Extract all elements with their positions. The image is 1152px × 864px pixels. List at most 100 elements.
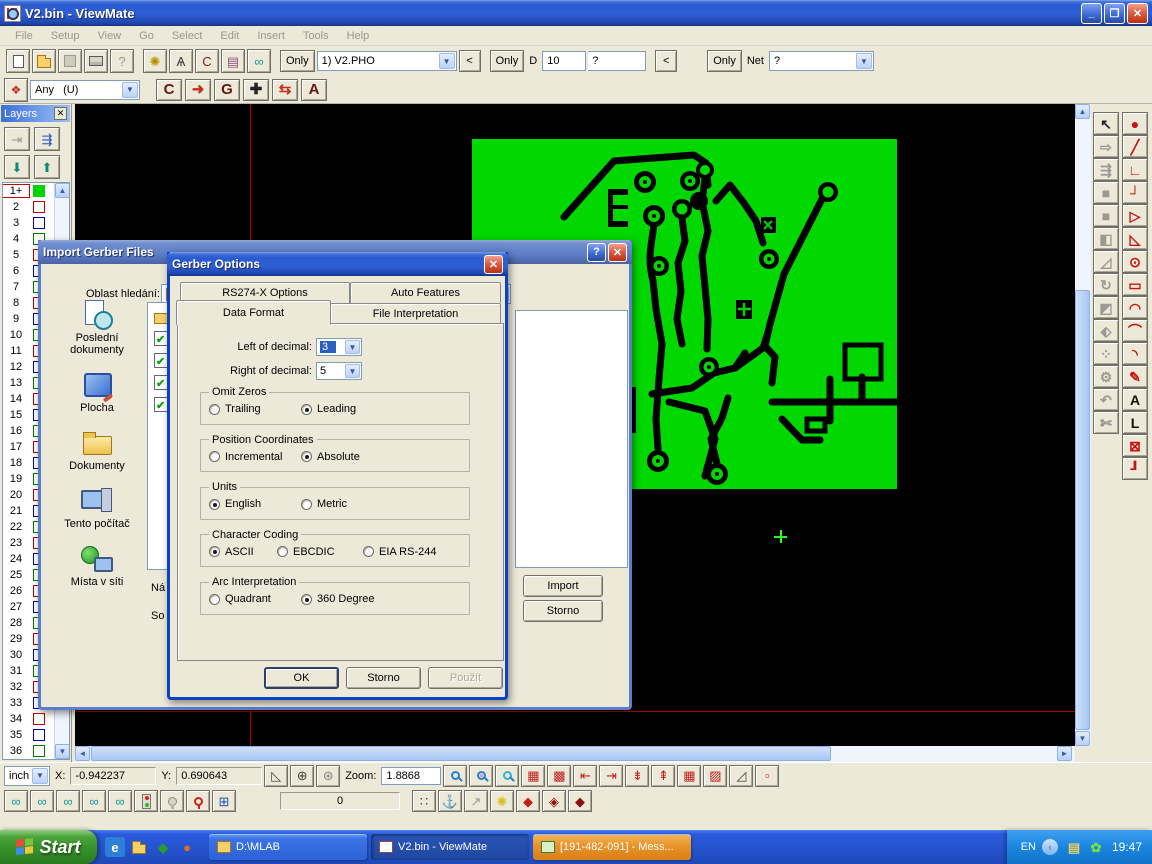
scroll-right-icon[interactable]: ► (1057, 746, 1072, 761)
print-button[interactable] (84, 49, 108, 73)
import-button[interactable]: Import (523, 575, 603, 597)
place-desktop[interactable]: Plocha (49, 370, 145, 414)
radio-ebcdic[interactable]: EBCDIC (277, 546, 357, 558)
new-file-button[interactable] (6, 49, 30, 73)
ok-button[interactable]: OK (264, 667, 339, 689)
task-viewmate[interactable]: V2.bin - ViewMate (371, 834, 529, 860)
scroll-down-icon[interactable]: ▼ (1075, 731, 1090, 746)
tray-chevron-icon[interactable]: ‹ (1042, 839, 1058, 855)
only-layer-button[interactable]: Only (280, 50, 315, 72)
task-message[interactable]: [191-482-091] - Mess... (533, 834, 691, 860)
chevron-down-icon[interactable]: ▼ (32, 768, 48, 784)
save-button[interactable] (58, 49, 82, 73)
scroll-up-icon[interactable]: ▲ (1075, 104, 1090, 119)
radio-absolute[interactable]: Absolute (301, 451, 360, 463)
draw-polyline-tool[interactable]: ∟ (1122, 158, 1148, 181)
draw-sketch-tool[interactable]: ✎ (1122, 365, 1148, 388)
draw-arc3-tool[interactable]: ◝ (1122, 342, 1148, 365)
layer-color-chip[interactable] (33, 713, 45, 725)
chevron-down-icon[interactable]: ▼ (856, 53, 872, 69)
tab-file-interpretation[interactable]: File Interpretation (330, 303, 501, 324)
minimize-button[interactable]: _ (1081, 3, 1102, 24)
start-button[interactable]: Start (0, 830, 97, 864)
marquee-resize-button[interactable]: ◿ (729, 765, 753, 787)
select-cursor-tool[interactable]: ↖ (1093, 112, 1119, 135)
radio-incremental[interactable]: Incremental (209, 451, 295, 463)
draw-curve-tool[interactable]: ⌒ (1122, 319, 1148, 342)
radio-eia-rs-244[interactable]: EIA RS-244 (363, 546, 436, 558)
storno-button[interactable]: Storno (523, 600, 603, 622)
view-traces-button[interactable]: ∞ (30, 790, 54, 812)
lamp-outline-button[interactable] (186, 790, 210, 812)
draw-triangle-tool[interactable]: ◺ (1122, 227, 1148, 250)
zoom-in-button[interactable] (443, 765, 467, 787)
select-swap-button[interactable]: ⇆ (272, 79, 298, 101)
origin-button[interactable]: ⊕ (290, 765, 314, 787)
highlight-toggle-button[interactable] (134, 790, 158, 812)
undo-tool[interactable]: ↶ (1093, 388, 1119, 411)
move-pad-tool[interactable]: ⬖ (1093, 319, 1119, 342)
language-indicator[interactable]: EN (1021, 841, 1036, 853)
task-mlab-folder[interactable]: D:\MLAB (209, 834, 367, 860)
menu-insert[interactable]: Insert (248, 28, 294, 44)
open-file-button[interactable] (32, 49, 56, 73)
draw-text-tool[interactable]: A (1122, 388, 1148, 411)
lasso-tool[interactable]: ✄ (1093, 411, 1119, 434)
gerber-dialog-caption[interactable]: Gerber Options ✕ (167, 252, 508, 276)
tray-icon-icq[interactable]: ✿ (1086, 837, 1106, 857)
dialog-close-button[interactable]: ✕ (608, 243, 627, 262)
select-trace-button[interactable]: ➜ (185, 79, 211, 101)
grid-dots-button[interactable]: ∷ (412, 790, 436, 812)
measure-glasses-button[interactable]: ∞ (247, 49, 271, 73)
net-combo[interactable]: ? ▼ (769, 51, 874, 71)
chevron-down-icon[interactable]: ▼ (122, 82, 138, 98)
dialog-help-button[interactable]: ? (587, 243, 606, 262)
draw-rect-tool[interactable]: ▭ (1122, 273, 1148, 296)
layer-color-chip[interactable] (33, 201, 45, 213)
tray-icon-notes[interactable]: ▤ (1064, 837, 1084, 857)
draw-label-tool[interactable]: L (1122, 411, 1148, 434)
close-button[interactable]: ✕ (1127, 3, 1148, 24)
grid-fine-button[interactable]: ▩ (547, 765, 571, 787)
transfer-group-tool[interactable]: ⇶ (1093, 158, 1119, 181)
radio-english[interactable]: English (209, 498, 295, 510)
lamp-off-button[interactable] (160, 790, 184, 812)
radio-360-degree[interactable]: 360 Degree (301, 593, 375, 605)
pad-mixed-button[interactable]: ◆ (568, 790, 592, 812)
stretch-button[interactable]: ↗ (464, 790, 488, 812)
film-colors-button[interactable]: ▤ (221, 49, 245, 73)
draw-corner2-tool[interactable]: ┚ (1122, 457, 1148, 480)
menu-go[interactable]: Go (130, 28, 163, 44)
taper-tool[interactable]: ◿ (1093, 250, 1119, 273)
view-selection-button[interactable]: ∞ (82, 790, 106, 812)
select-pad-button[interactable]: ✚ (243, 79, 269, 101)
layers-close-icon[interactable]: ✕ (54, 107, 67, 120)
pad-up-button[interactable]: ⇞ (651, 765, 675, 787)
scroll-up-icon[interactable]: ▲ (55, 183, 70, 198)
transfer-item-tool[interactable]: ⇨ (1093, 135, 1119, 158)
tab-auto-features[interactable]: Auto Features (350, 282, 501, 303)
view-polygons-button[interactable]: ∞ (56, 790, 80, 812)
triangles-tool[interactable]: ◩ (1093, 296, 1119, 319)
prev-layer-button[interactable]: < (459, 50, 481, 72)
pan-center-button[interactable]: ⊛ (316, 765, 340, 787)
tab-data-format[interactable]: Data Format (176, 300, 331, 325)
view-pads-button[interactable]: ∞ (4, 790, 28, 812)
layer-insert-button[interactable]: ⇥ (4, 127, 30, 151)
view-marked-button[interactable]: ∞ (108, 790, 132, 812)
quicklaunch-ie[interactable]: e (105, 837, 125, 857)
radio-quadrant[interactable]: Quadrant (209, 593, 295, 605)
apply-button[interactable]: Použít (428, 667, 503, 689)
scroll-down-icon[interactable]: ▼ (55, 744, 70, 759)
chevron-down-icon[interactable]: ▼ (345, 340, 360, 354)
layer-down-button[interactable]: ⬇ (4, 155, 30, 179)
storno-button[interactable]: Storno (346, 667, 421, 689)
draw-arc-tool[interactable]: ◠ (1122, 296, 1148, 319)
draw-line-tool[interactable]: ╱ (1122, 135, 1148, 158)
marquee-select-button[interactable]: ▫ (755, 765, 779, 787)
restore-button[interactable]: ❐ (1104, 3, 1125, 24)
zoom-grid-button[interactable] (469, 765, 493, 787)
quad-view-button[interactable]: ⊞ (212, 790, 236, 812)
vertical-scroll-thumb[interactable] (1075, 290, 1090, 730)
left-of-decimal-combo[interactable]: 3 ▼ (316, 338, 362, 356)
